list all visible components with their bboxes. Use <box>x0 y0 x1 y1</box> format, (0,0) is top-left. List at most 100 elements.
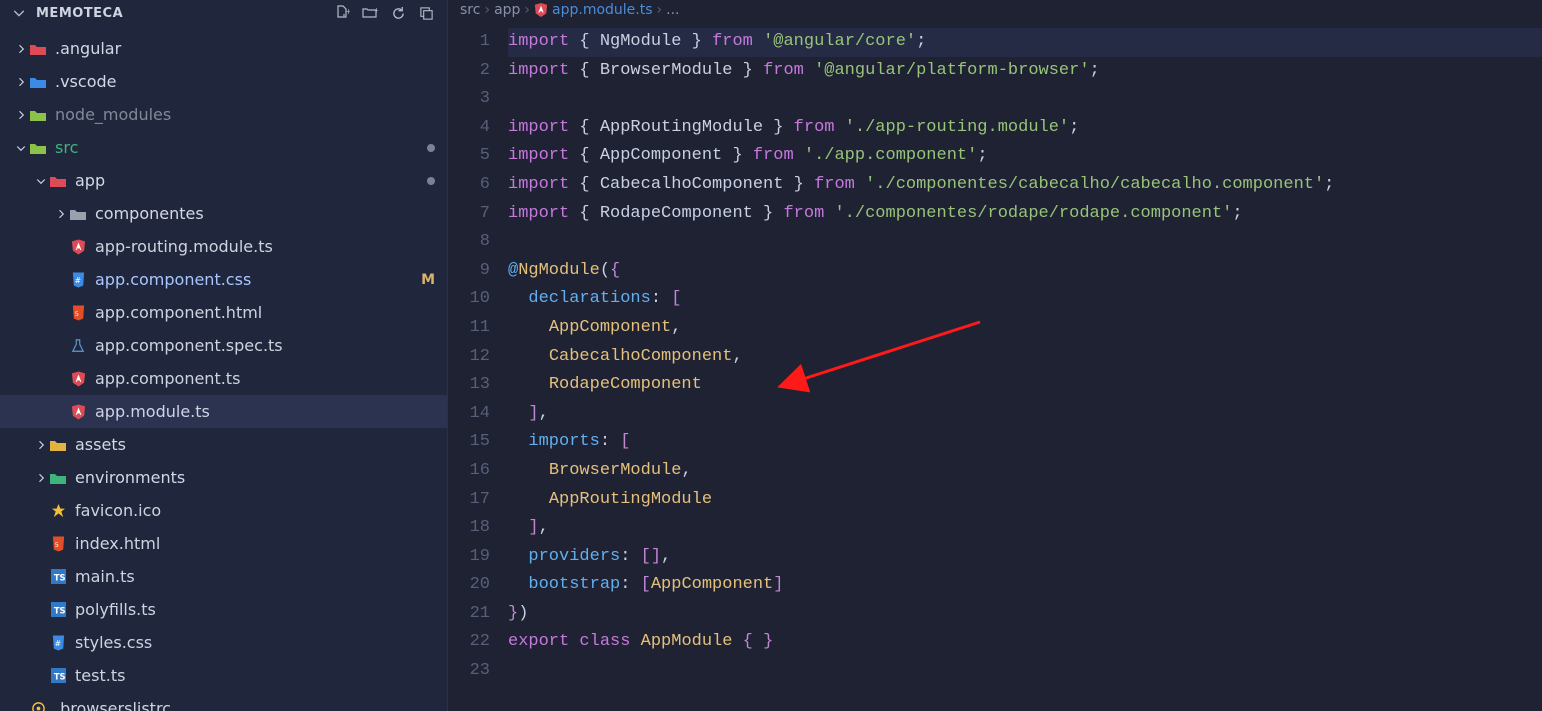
tree-folder-src[interactable]: src <box>0 131 447 164</box>
token: , <box>681 461 691 480</box>
code-line[interactable]: imports: [ <box>508 428 1542 457</box>
flask-icon <box>69 337 87 355</box>
line-number: 5 <box>448 142 508 171</box>
code-line[interactable]: ], <box>508 514 1542 543</box>
tree-file-index-html[interactable]: 5index.html <box>0 527 447 560</box>
spacer <box>53 239 69 255</box>
html-icon: 5 <box>69 304 87 322</box>
line-number: 11 <box>448 314 508 343</box>
line-number: 14 <box>448 400 508 429</box>
html-icon: 5 <box>49 535 67 553</box>
collapse-all-icon[interactable] <box>417 4 435 22</box>
tree-item-label: src <box>55 138 421 157</box>
target-icon <box>29 700 47 711</box>
folder-icon <box>29 139 47 157</box>
tree-file-polyfills[interactable]: TSpolyfills.ts <box>0 593 447 626</box>
code-line[interactable]: import { AppRoutingModule } from './app-… <box>508 114 1542 143</box>
code-line[interactable]: import { NgModule } from '@angular/core'… <box>508 28 1542 57</box>
breadcrumb-item[interactable]: src <box>460 2 480 18</box>
tree-file-app-routing[interactable]: app-routing.module.ts <box>0 230 447 263</box>
star-icon <box>49 502 67 520</box>
typescript-icon: TS <box>49 568 67 586</box>
spacer <box>33 569 49 585</box>
code-editor[interactable]: 1234567891011121314151617181920212223 im… <box>448 24 1542 711</box>
breadcrumb[interactable]: src›app›app.module.ts›... <box>448 0 1542 24</box>
line-number-gutter: 1234567891011121314151617181920212223 <box>448 24 508 711</box>
tree-file-app-html[interactable]: 5app.component.html <box>0 296 447 329</box>
tree-folder-node_modules[interactable]: node_modules <box>0 98 447 131</box>
token: , <box>661 547 671 566</box>
code-line[interactable]: ], <box>508 400 1542 429</box>
code-line[interactable]: RodapeComponent <box>508 371 1542 400</box>
tree-file-app-css[interactable]: #app.component.cssM <box>0 263 447 296</box>
line-number: 1 <box>448 28 508 57</box>
tree-item-label: favicon.ico <box>75 501 435 520</box>
code-line[interactable]: @NgModule({ <box>508 257 1542 286</box>
tree-file-app-ts[interactable]: app.component.ts <box>0 362 447 395</box>
tree-item-label: app <box>75 171 421 190</box>
code-line[interactable]: import { RodapeComponent } from './compo… <box>508 200 1542 229</box>
code-line[interactable] <box>508 228 1542 257</box>
code-line[interactable]: export class AppModule { } <box>508 628 1542 657</box>
code-content[interactable]: import { NgModule } from '@angular/core'… <box>508 24 1542 711</box>
tree-folder-angular[interactable]: .angular <box>0 32 447 65</box>
typescript-icon: TS <box>49 667 67 685</box>
code-line[interactable]: import { AppComponent } from './app.comp… <box>508 142 1542 171</box>
typescript-icon: TS <box>49 601 67 619</box>
token: BrowserModule <box>600 61 733 80</box>
explorer-title: MEMOTECA <box>36 6 325 21</box>
tree-file-favicon[interactable]: favicon.ico <box>0 494 447 527</box>
tree-file-browserslist[interactable]: .browserslistrc <box>0 692 447 711</box>
tree-folder-componentes[interactable]: componentes <box>0 197 447 230</box>
chevron-right-icon <box>33 437 49 453</box>
token: ] <box>773 575 783 594</box>
refresh-icon[interactable] <box>389 4 407 22</box>
token: from <box>783 204 824 223</box>
breadcrumb-separator-icon: › <box>484 2 490 18</box>
code-line[interactable]: }) <box>508 600 1542 629</box>
token: ) <box>518 604 528 623</box>
breadcrumb-item[interactable]: app <box>494 2 520 18</box>
file-tree[interactable]: .angular .vscode node_modulessrc app compone… <box>0 30 447 711</box>
tree-folder-environments[interactable]: environments <box>0 461 447 494</box>
tree-item-label: .vscode <box>55 72 435 91</box>
code-line[interactable]: declarations: [ <box>508 285 1542 314</box>
code-line[interactable]: import { BrowserModule } from '@angular/… <box>508 57 1542 86</box>
line-number: 6 <box>448 171 508 200</box>
tree-file-main-ts[interactable]: TSmain.ts <box>0 560 447 593</box>
code-line[interactable]: BrowserModule, <box>508 457 1542 486</box>
new-folder-icon[interactable]: + <box>361 4 379 22</box>
tree-folder-assets[interactable]: assets <box>0 428 447 461</box>
token: from <box>763 61 804 80</box>
tree-file-test-ts[interactable]: TStest.ts <box>0 659 447 692</box>
chevron-right-icon <box>13 107 29 123</box>
tree-file-styles[interactable]: #styles.css <box>0 626 447 659</box>
code-line[interactable]: AppRoutingModule <box>508 486 1542 515</box>
code-line[interactable]: CabecalhoComponent, <box>508 343 1542 372</box>
token: ; <box>1069 118 1079 137</box>
tree-item-label: environments <box>75 468 435 487</box>
new-file-icon[interactable]: + <box>333 4 351 22</box>
tree-file-app-module[interactable]: app.module.ts <box>0 395 447 428</box>
code-line[interactable]: AppComponent, <box>508 314 1542 343</box>
chevron-right-icon <box>33 470 49 486</box>
token <box>508 318 549 337</box>
tree-file-app-spec[interactable]: app.component.spec.ts <box>0 329 447 362</box>
code-line[interactable]: bootstrap: [AppComponent] <box>508 571 1542 600</box>
chevron-down-icon[interactable] <box>10 4 28 22</box>
tree-item-label: app.component.spec.ts <box>95 336 435 355</box>
token: import <box>508 32 569 51</box>
svg-text:TS: TS <box>53 572 65 582</box>
token: ; <box>977 146 987 165</box>
code-line[interactable]: import { CabecalhoComponent } from './co… <box>508 171 1542 200</box>
code-line[interactable]: providers: [], <box>508 543 1542 572</box>
breadcrumb-item[interactable]: app.module.ts <box>534 2 653 18</box>
code-line[interactable] <box>508 657 1542 686</box>
token: CabecalhoComponent <box>549 347 733 366</box>
token: AppComponent <box>549 318 671 337</box>
breadcrumb-item[interactable]: ... <box>666 2 679 18</box>
tree-folder-vscode[interactable]: .vscode <box>0 65 447 98</box>
tree-folder-app[interactable]: app <box>0 164 447 197</box>
code-line[interactable] <box>508 85 1542 114</box>
token: } <box>753 204 784 223</box>
